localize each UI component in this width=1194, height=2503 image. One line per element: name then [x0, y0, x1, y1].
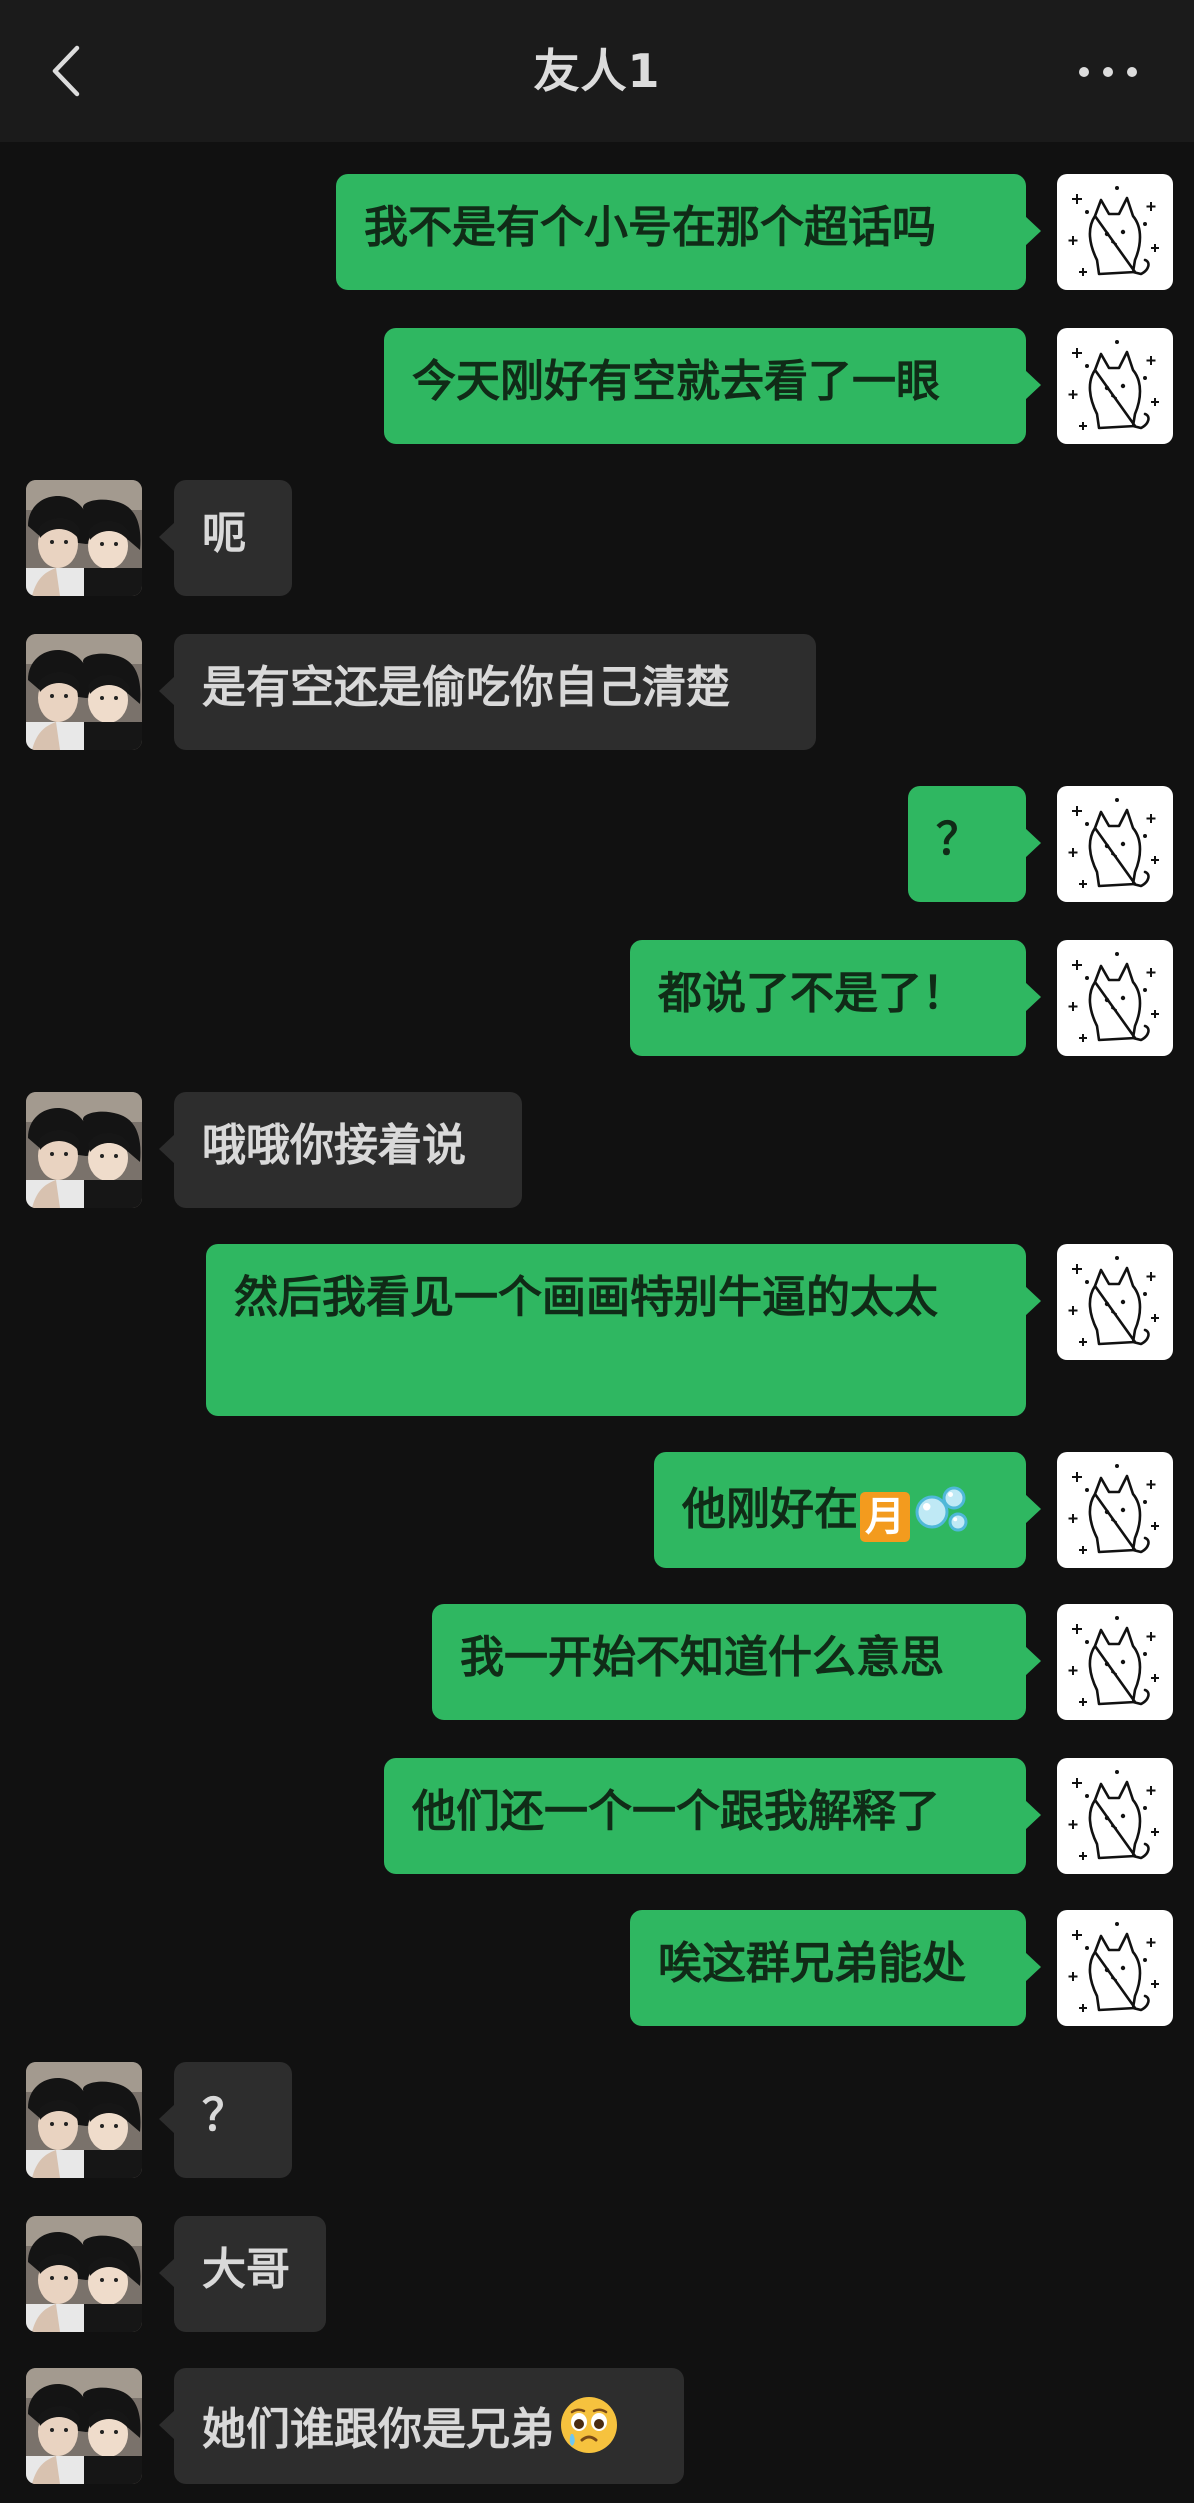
- friend-photo-avatar-image: [26, 1092, 142, 1208]
- message-text: 我一开始不知道什么意思: [460, 1632, 944, 1683]
- message-bubble[interactable]: 哦哦你接着说: [159, 1092, 522, 1208]
- message-text: 是有空还是偷吃你自己清楚: [202, 662, 730, 713]
- message-bubble[interactable]: 他们还一个一个跟我解释了: [384, 1758, 1041, 1874]
- friend-avatar[interactable]: [26, 480, 142, 596]
- self-avatar[interactable]: [1057, 1452, 1173, 1568]
- message-bubble[interactable]: 我不是有个小号在那个超话吗: [336, 174, 1041, 290]
- friend-photo-avatar-image: [26, 2368, 142, 2484]
- message-bubble[interactable]: ？: [908, 786, 1041, 902]
- message-row: 今天刚好有空就去看了一眼: [0, 328, 1194, 444]
- message-bubble[interactable]: 今天刚好有空就去看了一眼: [384, 328, 1041, 444]
- message-row: 都说了不是了！: [0, 940, 1194, 1056]
- cat-doodle-avatar-image: [1057, 786, 1173, 902]
- message-text: 呃: [202, 508, 246, 559]
- message-row: 我一开始不知道什么意思: [0, 1604, 1194, 1720]
- message-row: 我不是有个小号在那个超话吗: [0, 174, 1194, 290]
- message-row: 是有空还是偷吃你自己清楚: [0, 634, 1194, 750]
- cat-doodle-avatar-image: [1057, 328, 1173, 444]
- self-avatar[interactable]: [1057, 940, 1173, 1056]
- friend-photo-avatar-image: [26, 480, 142, 596]
- self-avatar[interactable]: [1057, 174, 1173, 290]
- message-bubble[interactable]: 是有空还是偷吃你自己清楚: [159, 634, 816, 750]
- chat-title: 友人1: [533, 44, 661, 98]
- message-bubble[interactable]: 他刚好在月: [654, 1452, 1041, 1568]
- cat-doodle-avatar-image: [1057, 940, 1173, 1056]
- message-text: 他们还一个一个跟我解释了: [412, 1786, 940, 1837]
- message-row: 他们还一个一个跟我解释了: [0, 1758, 1194, 1874]
- message-row: 她们谁跟你是兄弟: [0, 2368, 1194, 2484]
- message-bubble[interactable]: 大哥: [159, 2216, 326, 2332]
- message-bubble[interactable]: 她们谁跟你是兄弟: [159, 2368, 684, 2484]
- friend-avatar[interactable]: [26, 2216, 142, 2332]
- message-row: 大哥: [0, 2216, 1194, 2332]
- message-row: 然后我看见一个画画特别牛逼的太太: [0, 1244, 1194, 1416]
- message-row: 唉这群兄弟能处: [0, 1910, 1194, 2026]
- message-bubble[interactable]: 唉这群兄弟能处: [630, 1910, 1041, 2026]
- self-avatar[interactable]: [1057, 328, 1173, 444]
- friend-photo-avatar-image: [26, 634, 142, 750]
- message-row: 哦哦你接着说: [0, 1092, 1194, 1208]
- message-text: 她们谁跟你是兄弟: [202, 2404, 554, 2455]
- message-row: 呃: [0, 480, 1194, 596]
- message-text: 今天刚好有空就去看了一眼: [412, 356, 940, 407]
- cat-doodle-avatar-image: [1057, 1604, 1173, 1720]
- message-row: 他刚好在月: [0, 1452, 1194, 1568]
- message-bubble[interactable]: 我一开始不知道什么意思: [432, 1604, 1041, 1720]
- message-row: ？: [0, 2062, 1194, 2178]
- friend-photo-avatar-image: [26, 2062, 142, 2178]
- message-text: 然后我看见一个画画特别牛逼的太太: [234, 1272, 938, 1323]
- message-list[interactable]: 我不是有个小号在那个超话吗今天刚好有空就去看了一眼呃是有空还是偷吃你自己清楚 ？ 都…: [0, 142, 1194, 2503]
- message-text: 哦哦你接着说: [202, 1120, 466, 1171]
- pleading-face-emoji-icon: [561, 2397, 617, 2453]
- cat-doodle-avatar-image: [1057, 174, 1173, 290]
- self-avatar[interactable]: [1057, 1910, 1173, 2026]
- message-text: 大哥: [202, 2244, 290, 2295]
- cat-doodle-avatar-image: [1057, 1910, 1173, 2026]
- message-text: 我不是有个小号在那个超话吗: [364, 202, 936, 253]
- message-bubble[interactable]: 呃: [159, 480, 292, 596]
- friend-avatar[interactable]: [26, 634, 142, 750]
- cat-doodle-avatar-image: [1057, 1758, 1173, 1874]
- friend-avatar[interactable]: [26, 1092, 142, 1208]
- friend-photo-avatar-image: [26, 2216, 142, 2332]
- more-button[interactable]: [1070, 52, 1146, 92]
- chat-header: 友人1: [0, 0, 1194, 142]
- self-avatar[interactable]: [1057, 1758, 1173, 1874]
- friend-avatar[interactable]: [26, 2062, 142, 2178]
- message-text: ？: [202, 2090, 246, 2141]
- message-bubble[interactable]: 都说了不是了！: [630, 940, 1041, 1056]
- self-avatar[interactable]: [1057, 1244, 1173, 1360]
- message-row: ？: [0, 786, 1194, 902]
- message-text: 唉这群兄弟能处: [658, 1938, 966, 1989]
- cat-doodle-avatar-image: [1057, 1452, 1173, 1568]
- bubbles-emoji-icon: [915, 1486, 968, 1532]
- moon-emoji-icon: 月: [860, 1492, 910, 1542]
- message-text: ？: [936, 814, 980, 865]
- cat-doodle-avatar-image: [1057, 1244, 1173, 1360]
- self-avatar[interactable]: [1057, 1604, 1173, 1720]
- more-horizontal-icon: [1079, 67, 1137, 77]
- self-avatar[interactable]: [1057, 786, 1173, 902]
- message-bubble[interactable]: 然后我看见一个画画特别牛逼的太太: [206, 1244, 1041, 1416]
- message-text: 都说了不是了！: [658, 968, 966, 1019]
- friend-avatar[interactable]: [26, 2368, 142, 2484]
- message-bubble[interactable]: ？: [159, 2062, 292, 2178]
- message-text: 他刚好在: [682, 1484, 858, 1535]
